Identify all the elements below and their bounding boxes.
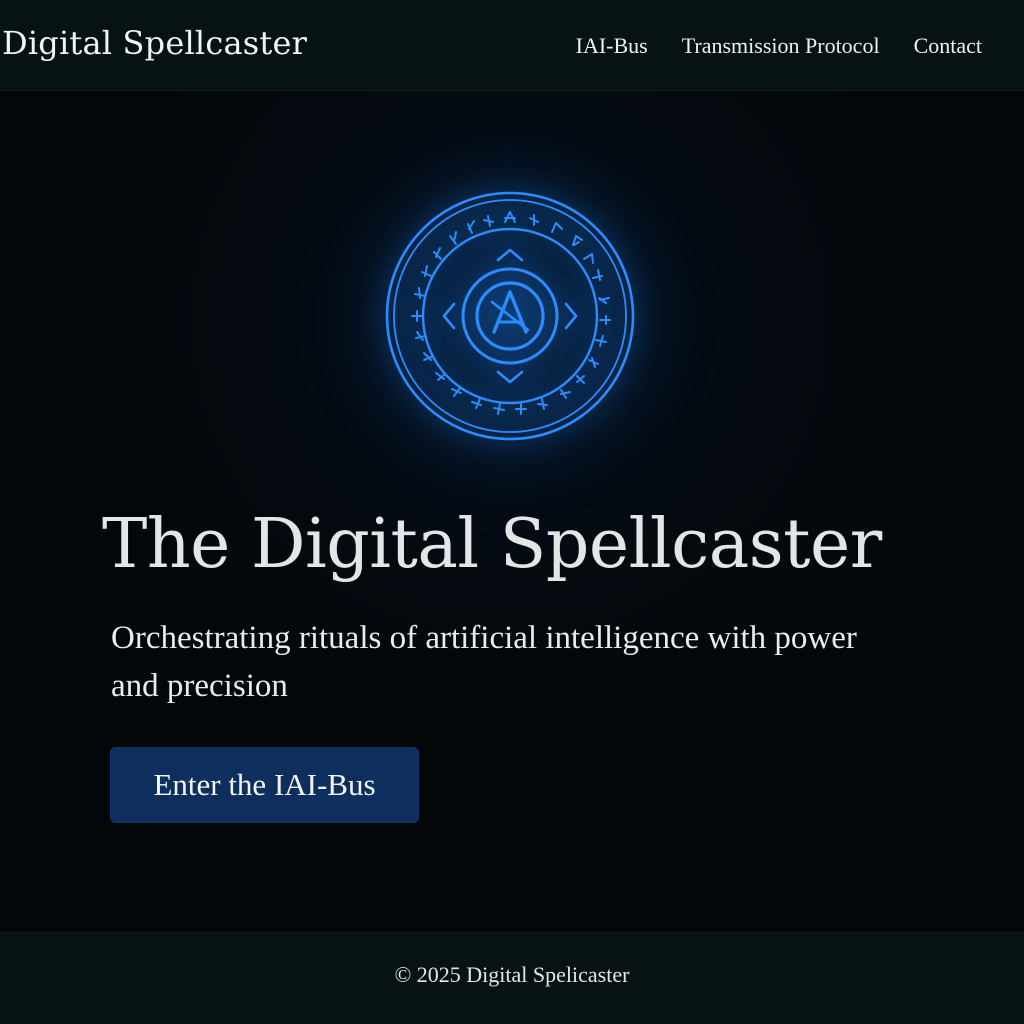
hero-subtitle: Orchestrating rituals of artificial inte… bbox=[111, 620, 857, 704]
nav-link-contact[interactable]: Contact bbox=[914, 33, 982, 59]
rune-circle-icon bbox=[384, 190, 636, 442]
nav-link-iai-bus[interactable]: IAI-Bus bbox=[576, 33, 648, 59]
enter-iai-bus-button[interactable]: Enter the IAI-Bus bbox=[110, 747, 419, 823]
brand-logo-text[interactable]: Digital Spellcaster bbox=[2, 24, 307, 62]
page: Digital Spellcaster IAI-Bus Transmission… bbox=[0, 0, 1024, 1024]
copyright-text: © 2025 Digital Spelicaster bbox=[394, 962, 630, 987]
nav-links: IAI-Bus Transmission Protocol Contact bbox=[576, 33, 982, 59]
nav-link-transmission-protocol[interactable]: Transmission Protocol bbox=[682, 33, 880, 59]
hero-title: The Digital Spellcaster bbox=[102, 505, 882, 584]
footer: © 2025 Digital Spelicaster bbox=[0, 932, 1024, 1024]
top-navbar: Digital Spellcaster IAI-Bus Transmission… bbox=[0, 0, 1024, 91]
